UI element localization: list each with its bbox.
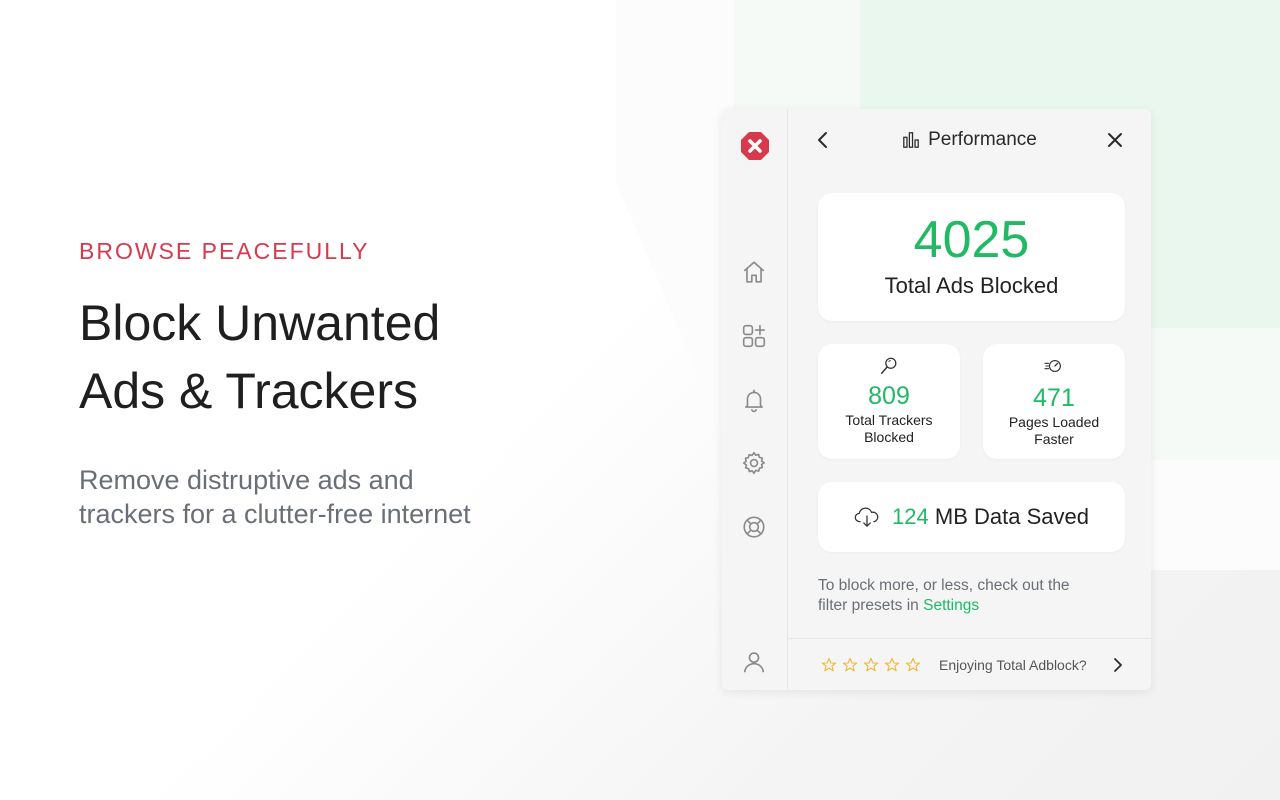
trackers-blocked-card: 809 Total Trackers Blocked xyxy=(818,344,960,459)
hero-subtitle-line: trackers for a clutter-free internet xyxy=(79,499,471,529)
star-rating xyxy=(821,657,921,673)
panel-title: Performance xyxy=(928,129,1037,150)
star-icon[interactable] xyxy=(863,657,879,673)
pages-label-line: Pages Loaded xyxy=(1008,414,1100,430)
rating-footer: Enjoying Total Adblock? xyxy=(788,638,1151,690)
hero-eyebrow: BROWSE PEACEFULLY xyxy=(79,238,370,264)
hero-headline: Block Unwanted Ads & Trackers xyxy=(79,289,599,425)
bell-icon[interactable] xyxy=(741,387,767,413)
star-icon[interactable] xyxy=(884,657,900,673)
trackers-blocked-count: 809 xyxy=(868,382,910,410)
pages-label-line: Faster xyxy=(1034,431,1074,447)
close-button[interactable] xyxy=(1105,129,1125,151)
star-icon[interactable] xyxy=(821,657,837,673)
trackers-label-line: Blocked xyxy=(864,429,914,445)
panel-header: Performance xyxy=(788,109,1151,171)
performance-panel: Performance 4025 Total Ads Blocked 809 T… xyxy=(788,109,1151,690)
ads-blocked-count: 4025 xyxy=(913,211,1030,269)
rating-next-button[interactable] xyxy=(1111,655,1125,675)
rating-prompt: Enjoying Total Adblock? xyxy=(939,656,1087,673)
pages-faster-card: 471 Pages Loaded Faster xyxy=(983,344,1125,459)
home-icon[interactable] xyxy=(741,259,767,285)
hero-headline-line: Ads & Trackers xyxy=(79,363,418,419)
hero-section: BROWSE PEACEFULLY Block Unwanted Ads & T… xyxy=(79,238,599,531)
panel-title-group: Performance xyxy=(788,129,1151,151)
data-saved-label: MB Data Saved xyxy=(934,504,1089,529)
star-icon[interactable] xyxy=(842,657,858,673)
sidebar xyxy=(722,109,788,690)
chevron-right-icon xyxy=(1114,658,1122,672)
bar-chart-icon xyxy=(903,132,919,148)
apps-add-icon[interactable] xyxy=(741,323,767,349)
hero-subtitle-line: Remove distruptive ads and xyxy=(79,465,414,495)
hero-headline-line: Block Unwanted xyxy=(79,295,441,351)
hint-text: filter presets in xyxy=(818,597,924,614)
trackers-label-line: Total Trackers xyxy=(845,412,933,428)
star-icon[interactable] xyxy=(905,657,921,673)
speedometer-icon xyxy=(983,356,1125,378)
hero-subtitle: Remove distruptive ads and trackers for … xyxy=(79,463,599,531)
magnifier-icon xyxy=(818,356,960,378)
data-saved-card: 124 MB Data Saved xyxy=(818,482,1125,552)
close-icon xyxy=(1108,133,1122,147)
logo-x-icon xyxy=(740,131,770,161)
settings-link[interactable]: Settings xyxy=(923,597,979,614)
pages-faster-label: Pages Loaded Faster xyxy=(983,414,1125,448)
data-saved-value: 124 xyxy=(892,504,929,529)
data-saved-text: 124 MB Data Saved xyxy=(892,504,1089,530)
extension-popup: Performance 4025 Total Ads Blocked 809 T… xyxy=(722,109,1151,690)
filter-hint: To block more, or less, check out the fi… xyxy=(818,576,1128,616)
pages-faster-count: 471 xyxy=(1033,384,1075,412)
gear-icon[interactable] xyxy=(741,450,767,476)
ads-blocked-label: Total Ads Blocked xyxy=(884,273,1059,298)
cloud-download-icon xyxy=(854,507,879,527)
user-icon[interactable] xyxy=(741,649,767,675)
ads-blocked-card: 4025 Total Ads Blocked xyxy=(818,193,1125,321)
hint-text: To block more, or less, check out the xyxy=(818,577,1070,594)
trackers-blocked-label: Total Trackers Blocked xyxy=(818,412,960,446)
lifebuoy-icon[interactable] xyxy=(741,514,767,540)
